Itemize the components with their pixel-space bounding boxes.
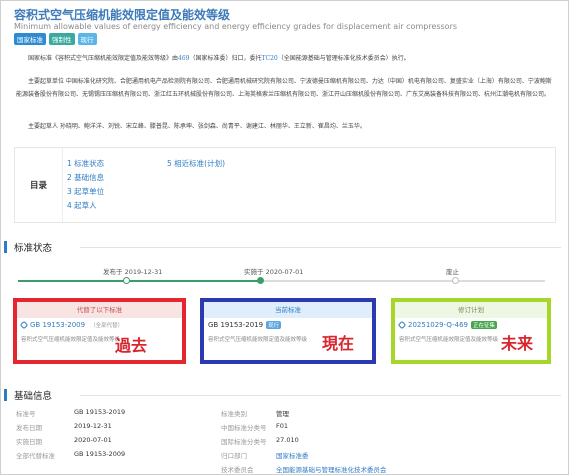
table-row: 全部代替标准 GB 19153-2009 归口部门 国家标准委 [16, 450, 556, 462]
field-label: 实施日期 [16, 438, 42, 446]
toc-item-drafting-units[interactable]: 3 起草单位 [67, 186, 104, 198]
field-label: 发布日期 [16, 424, 42, 432]
card-future-code-row[interactable]: 20251029-Q-469 正在征集 [397, 320, 543, 330]
card-past-code[interactable]: GB 19153-2009 [30, 321, 85, 329]
table-row: 技术委员会 全国能源基础与管理标准化技术委员会 [16, 464, 556, 475]
link-icon [397, 320, 407, 330]
tag-mandatory: 强制性 [49, 33, 75, 45]
table-row: 标准号 GB 19153-2019 标准类别 管理 [16, 408, 556, 420]
card-past-body: GB 19153-2009 （全部代替） 容积式空气压缩机能效限定值及能效等级 … [17, 318, 182, 355]
card-past-badge: （全部代替） [90, 323, 124, 329]
card-now-code: GB 19153-2019 [208, 321, 264, 329]
card-revision-plan: 修订计划 20251029-Q-469 正在征集 容积式空气压缩机能效限定值及能… [391, 298, 551, 364]
card-future-code[interactable]: 20251029-Q-469 [408, 321, 468, 329]
timeline-effective-label: 实施于 2020-07-01 [244, 268, 304, 276]
timeline-dot-published [123, 277, 130, 284]
card-future-body: 20251029-Q-469 正在征集 容积式空气压缩机能效限定值及能效等级 未… [395, 318, 547, 353]
tag-national-standard: 国家标准 [14, 33, 46, 45]
field-value-link[interactable]: 全国能源基础与管理标准化技术委员会 [276, 464, 387, 474]
timeline-progress [18, 280, 260, 282]
toc-column-1: 1 标准状态 2 基础信息 3 起草单位 4 起草人 [67, 158, 104, 212]
field-label: 技术委员会 [221, 466, 254, 474]
section-marker [4, 241, 7, 253]
intro-text: （全国能源基础与管理标准化技术委员会）执行。 [277, 55, 410, 62]
page-subtitle: Minimum allowable values of energy effic… [14, 22, 458, 31]
basic-section-header: 基础信息 [0, 388, 569, 402]
toc-item-basic-info[interactable]: 2 基础信息 [67, 172, 104, 184]
field-value-link[interactable]: 国家标准委 [276, 450, 309, 460]
field-label: 全部代替标准 [16, 452, 55, 460]
field-label: 归口部门 [221, 452, 247, 460]
field-value: 27.010 [276, 436, 299, 444]
overlay-label-future: 未来 [501, 334, 534, 353]
field-value: F01 [276, 422, 289, 430]
toc-item-status[interactable]: 1 标准状态 [67, 158, 104, 170]
field-value: 2020-07-01 [74, 436, 112, 444]
intro-paragraph-units: 主要起草单位 中国标准化研究院、合肥通用机电产品检测院有限公司、合肥通用机械研究… [16, 78, 552, 98]
link-icon [19, 320, 29, 330]
card-replaced-standard: 代替了以下标准 GB 19153-2009 （全部代替） 容积式空气压缩机能效限… [13, 298, 186, 364]
timeline-published-label: 发布于 2019-12-31 [103, 268, 163, 276]
field-value: 2019-12-31 [74, 422, 112, 430]
status-tags: 国家标准 强制性 现行 [14, 33, 97, 45]
table-of-contents: 目录 1 标准状态 2 基础信息 3 起草单位 4 起草人 5 相近标准(计划) [14, 147, 556, 223]
field-label: 国际标准分类号 [221, 438, 267, 446]
card-now-body: GB 19153-2019 现行 容积式空气压缩机能效限定值及能效等级 現在 [204, 318, 372, 353]
intro-text: （国家标准委）归口，委托 [189, 55, 262, 62]
page-title: 容积式空气压缩机能效限定值及能效等级 [14, 8, 231, 22]
table-row: 实施日期 2020-07-01 国际标准分类号 27.010 [16, 436, 556, 448]
section-divider [80, 395, 561, 396]
toc-column-2: 5 相近标准(计划) [167, 158, 225, 170]
table-row: 发布日期 2019-12-31 中国标准分类号 F01 [16, 422, 556, 434]
intro-paragraph-drafters: 主要起草人 孙晓明、鲍洋洋、刘锐、宋立峰、滕普昆、陈承坤、张剑森、尚青平、谢建江… [28, 123, 366, 130]
tag-current: 现行 [77, 33, 97, 45]
field-value: 管理 [276, 410, 289, 418]
card-past-code-row[interactable]: GB 19153-2009 （全部代替） [19, 320, 178, 330]
card-now-badge: 现行 [266, 321, 282, 329]
section-divider [80, 247, 561, 248]
status-section-title: 标准状态 [14, 243, 53, 254]
field-label: 中国标准分类号 [221, 424, 267, 432]
status-section-header: 标准状态 [0, 240, 569, 254]
field-label: 标准号 [16, 410, 36, 418]
timeline-dot-abolished [452, 277, 459, 284]
card-current-standard: 当前标准 GB 19153-2019 现行 容积式空气压缩机能效限定值及能效等级… [200, 298, 376, 364]
toc-item-related-standards[interactable]: 5 相近标准(计划) [167, 158, 225, 170]
intro-text: 国家标准《容积式空气压缩机能效限定值及能效等级》由 [28, 55, 179, 62]
overlay-label-past: 過去 [115, 336, 148, 355]
link-469[interactable]: 469 [178, 55, 189, 62]
card-future-badge: 正在征集 [471, 321, 498, 329]
card-past-heading: 代替了以下标准 [17, 302, 182, 318]
timeline-abolished-label: 废止 [446, 268, 459, 276]
card-now-code-row: GB 19153-2019 现行 [208, 321, 368, 329]
field-value: GB 19153-2019 [74, 408, 126, 416]
card-now-heading: 当前标准 [204, 302, 372, 318]
card-future-heading: 修订计划 [395, 302, 547, 318]
overlay-label-now: 現在 [322, 334, 355, 353]
page-frame [0, 0, 569, 475]
timeline-dot-effective [257, 277, 264, 284]
toc-item-drafters[interactable]: 4 起草人 [67, 200, 104, 212]
link-tc20[interactable]: TC20 [261, 55, 277, 62]
field-value: GB 19153-2009 [74, 450, 126, 458]
field-label: 标准类别 [221, 410, 247, 418]
toc-heading: 目录 [15, 148, 63, 222]
card-past-description: 容积式空气压缩机能效限定值及能效等级 [21, 337, 121, 343]
basic-section-title: 基础信息 [14, 391, 53, 402]
intro-paragraph-committee: 国家标准《容积式空气压缩机能效限定值及能效等级》由469（国家标准委）归口，委托… [16, 52, 556, 65]
section-marker [4, 389, 7, 401]
